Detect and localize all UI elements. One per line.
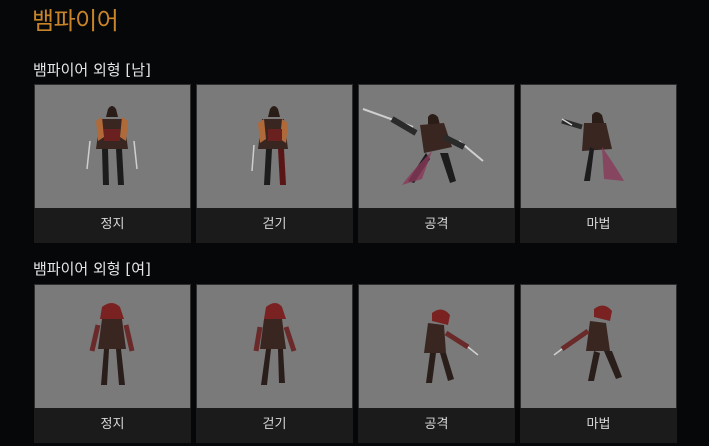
male-attack-image	[359, 85, 514, 208]
male-magic-image	[521, 85, 676, 208]
card-caption: 공격	[358, 408, 515, 443]
card-male-magic[interactable]: 마법	[520, 84, 677, 243]
card-caption: 걷기	[196, 408, 353, 443]
card-caption: 공격	[358, 208, 515, 243]
card-male-walk[interactable]: 걷기	[196, 84, 353, 243]
card-caption: 정지	[34, 208, 191, 243]
card-caption: 걷기	[196, 208, 353, 243]
card-female-attack[interactable]: 공격	[358, 284, 515, 443]
card-female-magic[interactable]: 마법	[520, 284, 677, 443]
card-male-idle[interactable]: 정지	[34, 84, 191, 243]
page-title: 뱀파이어	[32, 7, 119, 35]
male-idle-image	[35, 85, 190, 208]
female-idle-image	[35, 285, 190, 408]
section-title-female: 뱀파이어 외형 [여]	[33, 260, 151, 278]
card-female-walk[interactable]: 걷기	[196, 284, 353, 443]
female-walk-image	[197, 285, 352, 408]
male-walk-image	[197, 85, 352, 208]
female-appearance-grid: 정지 걷기 공격 마법	[34, 284, 678, 444]
card-caption: 마법	[520, 208, 677, 243]
male-appearance-grid: 정지 걷기 공격 마법	[34, 84, 678, 244]
card-female-idle[interactable]: 정지	[34, 284, 191, 443]
card-male-attack[interactable]: 공격	[358, 84, 515, 243]
female-magic-image	[521, 285, 676, 408]
card-caption: 마법	[520, 408, 677, 443]
card-caption: 정지	[34, 408, 191, 443]
female-attack-image	[359, 285, 514, 408]
section-title-male: 뱀파이어 외형 [남]	[33, 61, 151, 79]
